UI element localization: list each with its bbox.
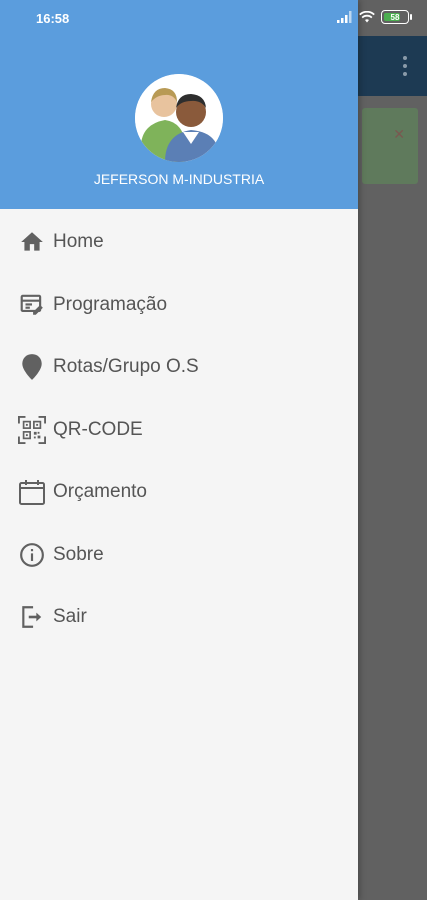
battery-icon: 58: [381, 10, 412, 24]
menu-item-label: Sair: [53, 606, 87, 628]
overflow-menu-icon: [403, 56, 407, 76]
schedule-edit-icon: [18, 291, 46, 319]
status-bar: 16:58 58: [0, 0, 427, 36]
menu-item-label: Rotas/Grupo O.S: [53, 356, 199, 378]
avatar[interactable]: [135, 74, 223, 162]
calendar-icon: [18, 478, 46, 506]
menu-item-orcamento[interactable]: Orçamento: [0, 461, 358, 524]
menu-item-programacao[interactable]: Programação: [0, 274, 358, 337]
menu-item-label: Home: [53, 231, 104, 253]
logout-icon: [18, 603, 46, 631]
qr-code-icon: [18, 415, 46, 444]
menu-item-qrcode[interactable]: QR-CODE: [0, 399, 358, 462]
navigation-drawer: JEFERSON M-INDUSTRIA Home Programação Ro…: [0, 0, 358, 900]
menu-item-label: Orçamento: [53, 481, 147, 503]
menu-item-rotas[interactable]: Rotas/Grupo O.S: [0, 336, 358, 399]
battery-level: 58: [390, 12, 400, 22]
info-icon: [18, 541, 46, 569]
home-icon: [18, 228, 46, 256]
location-pin-icon: [18, 353, 46, 381]
menu-item-sobre[interactable]: Sobre: [0, 524, 358, 587]
close-icon: ✕: [393, 126, 405, 142]
background-card: [362, 108, 418, 184]
menu-item-label: Programação: [53, 293, 168, 315]
status-icons: 58: [337, 10, 412, 24]
menu-item-label: Sobre: [53, 543, 104, 565]
menu-item-home[interactable]: Home: [0, 211, 358, 274]
status-time: 16:58: [36, 11, 70, 26]
user-name: JEFERSON M-INDUSTRIA: [93, 171, 265, 187]
wifi-icon: [359, 11, 375, 23]
drawer-menu: Home Programação Rotas/Grupo O.S QR-CODE…: [0, 209, 358, 649]
menu-item-label: QR-CODE: [53, 418, 143, 440]
menu-item-sair[interactable]: Sair: [0, 586, 358, 649]
signal-icon: [337, 11, 352, 23]
users-avatar-icon: [135, 74, 223, 162]
